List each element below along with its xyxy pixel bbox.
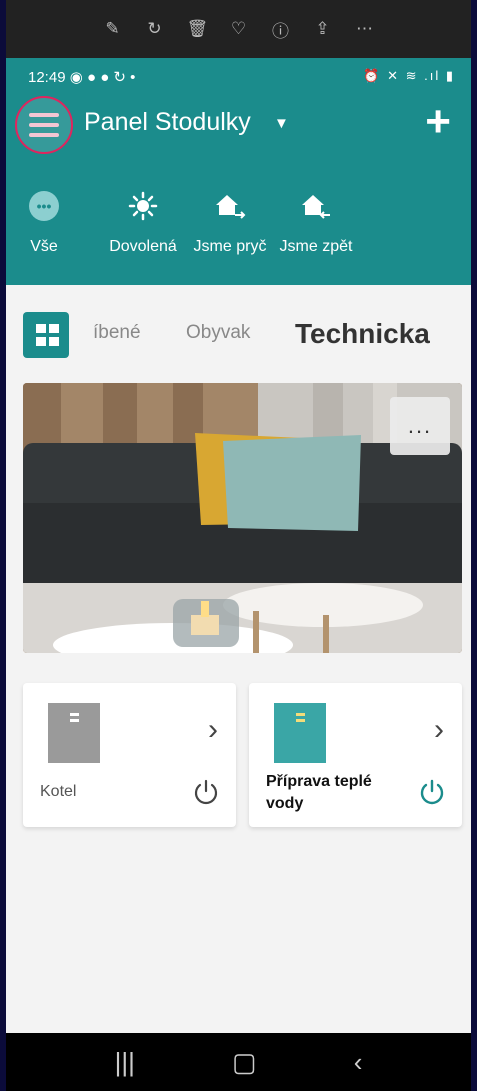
room-image[interactable]: ... bbox=[23, 383, 462, 653]
menu-line bbox=[29, 113, 59, 117]
tab-favorites[interactable]: íbené bbox=[93, 322, 141, 344]
dropdown-caret-icon[interactable]: ▼ bbox=[274, 115, 289, 132]
scene-all[interactable]: ••• Vše bbox=[6, 186, 92, 256]
power-icon[interactable] bbox=[418, 778, 446, 806]
info-icon[interactable]: ⓘ bbox=[271, 17, 291, 42]
delete-icon[interactable]: 🗑 bbox=[187, 19, 209, 39]
edit-icon[interactable]: ✎ bbox=[103, 19, 123, 39]
device-card-kotel[interactable]: › Kotel bbox=[23, 683, 236, 827]
more-icon[interactable]: ⋯ bbox=[355, 19, 375, 39]
home-leave-icon bbox=[182, 186, 278, 226]
grid-cell bbox=[36, 324, 46, 333]
chevron-right-icon[interactable]: › bbox=[208, 713, 218, 747]
room-more-button[interactable]: ... bbox=[390, 397, 450, 455]
status-time: 12:49 ◉ ● ● ↻ • bbox=[28, 69, 136, 86]
scene-label: Dovolená bbox=[109, 238, 177, 255]
power-icon[interactable] bbox=[192, 778, 220, 806]
add-icon[interactable]: + bbox=[425, 100, 451, 144]
favorite-icon[interactable]: ♡ bbox=[229, 19, 249, 39]
device-name: Kotel bbox=[40, 783, 77, 800]
scene-label: Jsme pryč bbox=[193, 238, 267, 255]
back-icon[interactable]: ‹ bbox=[354, 1047, 363, 1078]
app-header: 12:49 ◉ ● ● ↻ • ⏰ ✕ ≋ .ıl ▮ Panel Stodul… bbox=[6, 58, 471, 285]
device-name: Příprava teplé vody bbox=[266, 773, 372, 812]
grid-cell bbox=[49, 324, 59, 333]
rotate-icon[interactable]: ↻ bbox=[145, 19, 165, 39]
device-icon bbox=[48, 703, 100, 763]
viewer-toolbar: ✎ ↻ 🗑 ♡ ⓘ ⇪ ⋯ bbox=[6, 0, 471, 58]
grid-cell bbox=[36, 336, 46, 346]
hamburger-menu-button[interactable] bbox=[15, 96, 73, 154]
share-icon[interactable]: ⇪ bbox=[313, 19, 333, 39]
more-circle-icon: ••• bbox=[29, 191, 59, 221]
tab-obyvak[interactable]: Obyvak bbox=[186, 322, 250, 344]
menu-line bbox=[29, 123, 59, 127]
chevron-right-icon[interactable]: › bbox=[434, 713, 444, 747]
recent-apps-icon[interactable]: ||| bbox=[115, 1047, 135, 1078]
scene-back[interactable]: Jsme zpět bbox=[268, 186, 364, 256]
sun-icon bbox=[95, 186, 191, 226]
scene-label: Vše bbox=[30, 238, 58, 255]
scene-label: Jsme zpět bbox=[279, 238, 353, 255]
home-icon[interactable]: ▢ bbox=[232, 1047, 257, 1078]
menu-line bbox=[29, 133, 59, 137]
panel-title[interactable]: Panel Stodulky bbox=[84, 108, 251, 137]
device-card-hot-water[interactable]: › Příprava teplé vody bbox=[249, 683, 462, 827]
home-return-icon bbox=[268, 186, 364, 226]
scene-away[interactable]: Jsme pryč bbox=[182, 186, 278, 256]
scene-vacation[interactable]: Dovolená bbox=[95, 186, 191, 256]
device-icon bbox=[274, 703, 326, 763]
dashboard-grid-button[interactable] bbox=[23, 312, 69, 358]
status-icons: ⏰ ✕ ≋ .ıl ▮ bbox=[363, 68, 455, 83]
screen: ✎ ↻ 🗑 ♡ ⓘ ⇪ ⋯ 12:49 ◉ ● ● ↻ • ⏰ ✕ ≋ .ıl … bbox=[0, 0, 477, 1091]
tab-technicka[interactable]: Technicka bbox=[295, 318, 430, 350]
system-nav-bar: ||| ▢ ‹ bbox=[6, 1033, 471, 1091]
grid-cell bbox=[49, 336, 59, 346]
phone-screen: ✎ ↻ 🗑 ♡ ⓘ ⇪ ⋯ 12:49 ◉ ● ● ↻ • ⏰ ✕ ≋ .ıl … bbox=[6, 0, 471, 1091]
